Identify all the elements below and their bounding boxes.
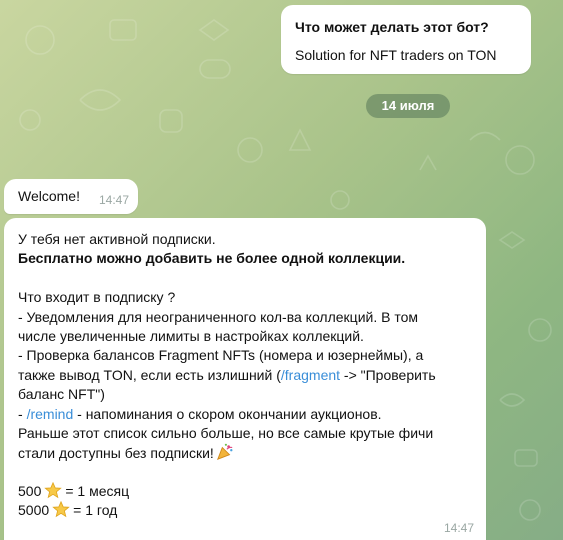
- message-time: 14:47: [99, 193, 130, 207]
- status-line: У тебя нет активной подписки.: [18, 231, 216, 247]
- feature-fragment-line3: баланс NFT"): [18, 386, 105, 403]
- note-line2-text: стали доступны без подписки!: [18, 445, 214, 462]
- feature-fragment-suffix: -> "Проверить: [340, 366, 436, 383]
- bot-description-title: Что может делать этот бот?: [295, 19, 489, 35]
- feature-remind-line: - /remind - напоминания о скором окончан…: [18, 405, 436, 424]
- feature-fragment-line2: также вывод TON, если есть излишний (/fr…: [18, 366, 436, 385]
- fragment-command-link[interactable]: /fragment: [281, 367, 340, 383]
- note-line2: стали доступны без подписки!: [18, 443, 436, 462]
- price-month-line: 500 = 1 месяц: [18, 482, 436, 501]
- message-text: Welcome!: [18, 188, 80, 204]
- price-month-amount: 500: [18, 483, 42, 500]
- price-month-period: = 1 месяц: [65, 483, 130, 500]
- bot-description-text: Solution for NFT traders on TON: [295, 47, 497, 63]
- free-limit-line: Бесплатно можно добавить не более одной …: [18, 250, 406, 267]
- includes-title: Что входит в подписку ?: [18, 289, 176, 306]
- message-time: 14:47: [444, 521, 475, 535]
- feature-remind-text: - напоминания о скором окончании аукцион…: [73, 405, 382, 422]
- star-icon: [44, 482, 63, 499]
- price-year-line: 5000 = 1 год: [18, 501, 436, 520]
- feature-fragment-text: также вывод TON, если есть излишний (: [18, 366, 281, 383]
- feature-notifications-line1: - Уведомления для неограниченного кол-ва…: [18, 308, 419, 325]
- price-year-amount: 5000: [18, 502, 50, 519]
- message-subscription-info[interactable]: У тебя нет активной подписки. Бесплатно …: [4, 218, 486, 540]
- feature-remind-prefix: -: [18, 405, 27, 422]
- feature-fragment-line1: - Проверка балансов Fragment NFTs (номер…: [18, 347, 424, 364]
- star-icon: [52, 501, 70, 518]
- message-welcome[interactable]: Welcome! 14:47: [4, 179, 138, 214]
- feature-notifications-line2: числе увеличенные лимиты в настройках ко…: [18, 327, 364, 344]
- price-year-period: = 1 год: [73, 502, 118, 519]
- date-separator: 14 июля: [366, 94, 450, 118]
- remind-command-link[interactable]: /remind: [27, 406, 74, 422]
- bot-description-card: Что может делать этот бот? Solution for …: [281, 5, 531, 74]
- party-popper-icon: [216, 444, 233, 461]
- note-line1: Раньше этот список сильно больше, но все…: [18, 424, 434, 441]
